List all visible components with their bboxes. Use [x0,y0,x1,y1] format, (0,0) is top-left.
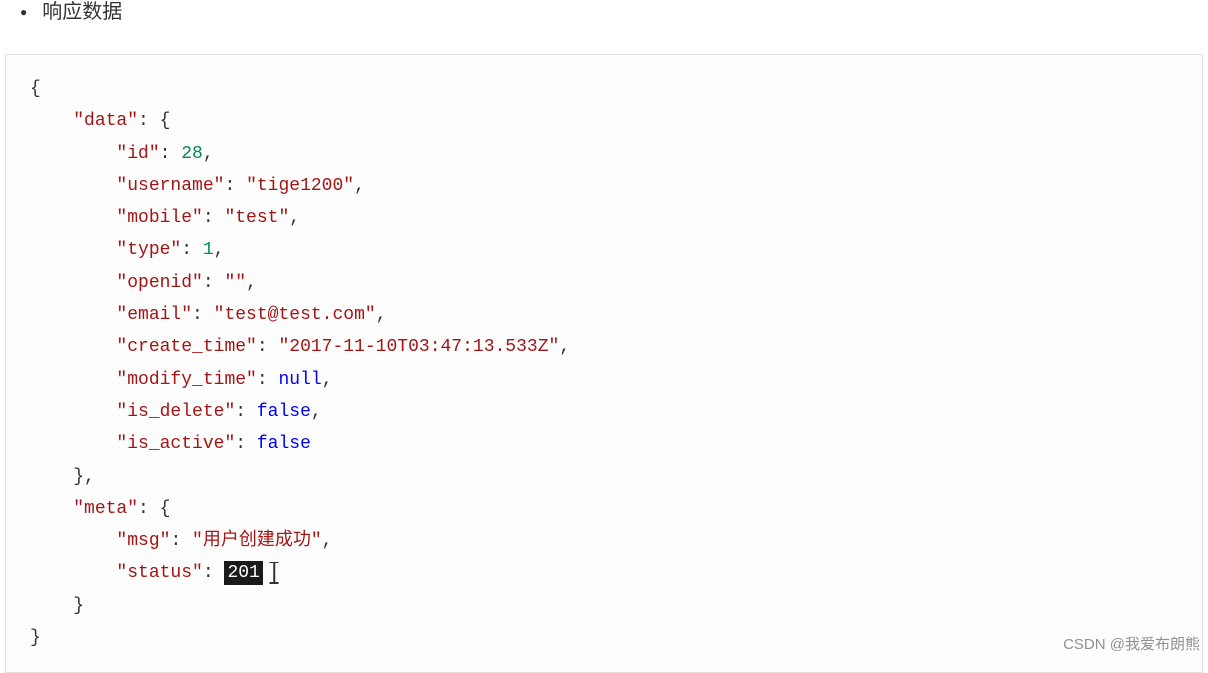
brace-close: } [30,628,41,648]
key-is-delete: "is_delete" [116,402,235,422]
punct: : { [138,499,170,519]
data-close: }, [73,467,95,487]
punct: : { [138,111,170,131]
punct: , [311,402,322,422]
val-mobile: "test" [224,208,289,228]
text-cursor-icon [274,563,275,583]
val-id: 28 [181,144,203,164]
punct: , [214,240,225,260]
punct: : [203,273,225,293]
val-is-delete: false [257,402,311,422]
section-heading: 响应数据 [0,0,1208,24]
key-create-time: "create_time" [116,337,256,357]
punct: , [246,273,257,293]
val-username: "tige1200" [246,176,354,196]
key-username: "username" [116,176,224,196]
key-openid: "openid" [116,273,202,293]
key-modify-time: "modify_time" [116,370,256,390]
punct: , [203,144,214,164]
val-email: "test@test.com" [214,305,376,325]
punct: : [181,240,203,260]
punct: , [322,531,333,551]
punct: , [289,208,300,228]
punct: , [322,370,333,390]
punct: : [224,176,246,196]
punct: : [170,531,192,551]
key-is-active: "is_active" [116,434,235,454]
val-is-active: false [257,434,311,454]
json-code-block[interactable]: { "data": { "id": 28, "username": "tige1… [5,54,1203,673]
key-type: "type" [116,240,181,260]
key-msg: "msg" [116,531,170,551]
heading-text: 响应数据 [42,0,122,24]
val-status-highlighted: 201 [224,561,262,585]
punct: : [235,434,257,454]
punct: : [203,208,225,228]
punct: , [354,176,365,196]
val-create-time: "2017-11-10T03:47:13.533Z" [278,337,559,357]
key-id: "id" [116,144,159,164]
punct: , [376,305,387,325]
punct: : [192,305,214,325]
watermark-text: CSDN @我爱布朗熊 [1063,633,1200,654]
punct: : [160,144,182,164]
meta-close: } [73,596,84,616]
punct: : [235,402,257,422]
key-status: "status" [116,563,202,583]
brace-open: { [30,79,41,99]
punct: : [203,563,225,583]
punct: : [257,370,279,390]
key-data: "data" [73,111,138,131]
punct: , [559,337,570,357]
val-modify-time: null [278,370,321,390]
key-mobile: "mobile" [116,208,202,228]
key-email: "email" [116,305,192,325]
val-openid: "" [224,273,246,293]
val-type: 1 [203,240,214,260]
key-meta: "meta" [73,499,138,519]
punct: : [257,337,279,357]
val-msg: "用户创建成功" [192,531,322,551]
